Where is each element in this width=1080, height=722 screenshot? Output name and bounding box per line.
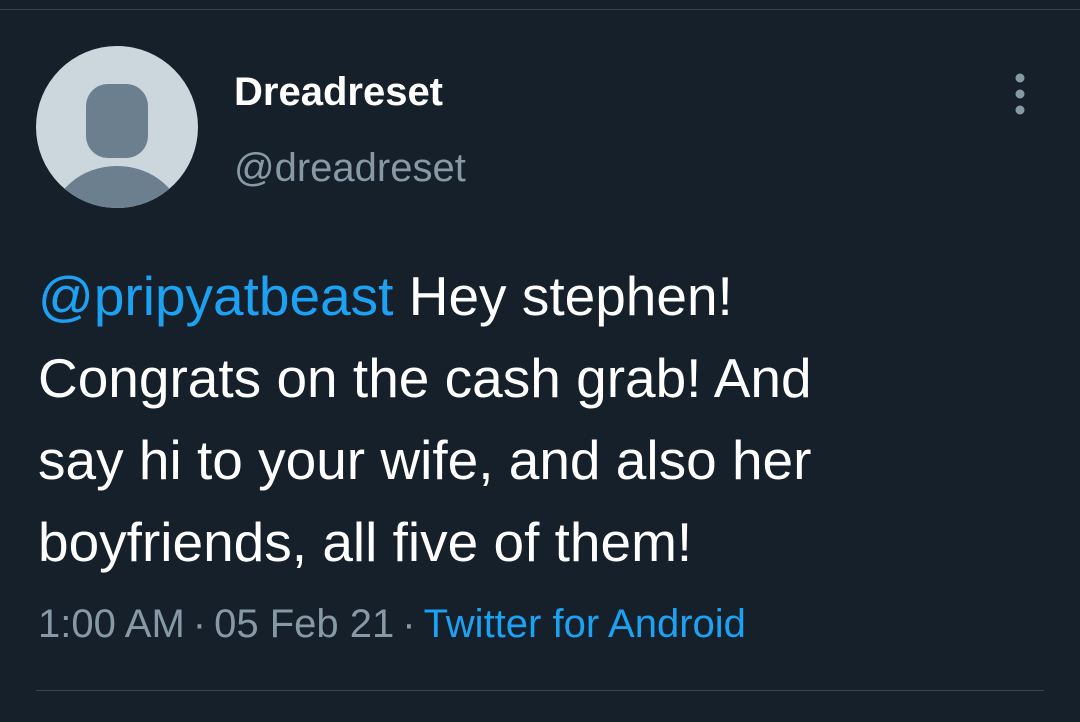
bottom-divider [36,690,1044,691]
tweet-text: @pripyatbeast Hey stephen! Congrats on t… [38,255,1048,583]
mention-link[interactable]: @pripyatbeast [38,265,393,327]
more-options-button[interactable] [996,66,1044,122]
tweet-date[interactable]: 05 Feb 21 [214,602,394,646]
tweet-text-line-4: boyfriends, all five of them! [38,511,693,573]
tweet-text-line-1: @pripyatbeast Hey stephen! [38,255,1048,337]
tweet-time[interactable]: 1:00 AM [38,602,185,646]
meta-separator: · [192,602,207,646]
meta-separator: · [402,602,416,646]
tweet-meta: 1:00 AM · 05 Feb 21 · Twitter for Android [38,598,746,650]
tweet-text-line-1-rest: Hey stephen! [393,265,733,327]
tweet-source-link[interactable]: Twitter for Android [424,602,746,646]
default-profile-avatar-icon [53,84,181,208]
top-divider [0,9,1080,10]
author-display-name[interactable]: Dreadreset [234,68,443,116]
vertical-ellipsis-icon [1015,73,1025,115]
tweet-text-line-2: Congrats on the cash grab! And [38,347,812,409]
author-avatar[interactable] [36,46,198,208]
tweet-text-line-3: say hi to your wife, and also her [38,429,812,491]
author-handle[interactable]: @dreadreset [234,144,466,192]
